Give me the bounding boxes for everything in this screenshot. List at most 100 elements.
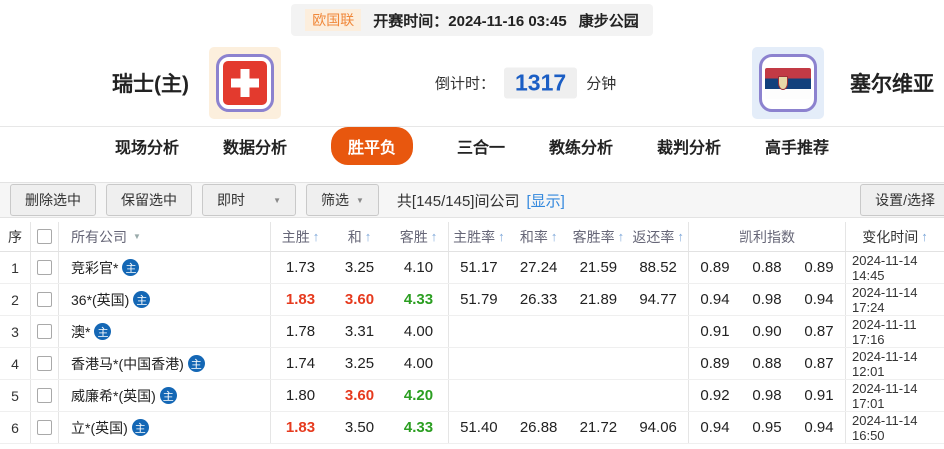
sort-up-icon: ↑	[677, 229, 684, 244]
rate-value: 51.40	[460, 419, 498, 436]
away-team: 塞尔维亚	[752, 47, 934, 119]
sort-up-icon: ↑	[430, 229, 438, 244]
sort-draw-rate[interactable]: 和率 ↑	[509, 227, 569, 247]
kelly-header: 凯利指数	[688, 222, 845, 251]
rate-value: 26.33	[519, 291, 558, 308]
match-info-bar: 欧国联 开赛时间：2024-11-16 03:45 康步公园	[0, 0, 944, 40]
tab-3[interactable]: 胜平负	[330, 127, 413, 165]
odds-value: 4.10	[403, 259, 434, 276]
row-checkbox[interactable]	[37, 292, 52, 307]
row-checkbox[interactable]	[37, 324, 52, 339]
kelly-value: 0.87	[804, 355, 834, 372]
sort-home-odds[interactable]: 主胜 ↑	[271, 227, 330, 247]
odds-cells: 1.74 3.25 4.00	[270, 348, 448, 379]
kelly-cells: 0.94 0.95 0.94	[688, 412, 845, 443]
sort-up-icon: ↑	[312, 229, 320, 244]
odds-value: 4.33	[403, 291, 434, 308]
away-flag-icon	[752, 47, 824, 119]
swiss-flag-icon	[216, 54, 274, 112]
odds-value: 3.60	[344, 387, 375, 404]
odds-value: 3.25	[344, 259, 375, 276]
company-count: 共[145/145]间公司	[396, 192, 520, 210]
match-odds-page: 欧国联 开赛时间：2024-11-16 03:45 康步公园 瑞士(主) 倒计时…	[0, 0, 944, 449]
row-seq: 2	[11, 291, 19, 308]
row-check-cell	[30, 316, 58, 347]
company-cell[interactable]: 36*(英国) 主	[58, 284, 270, 315]
sort-up-icon: ↑	[364, 229, 372, 244]
countdown: 倒计时： 1317 分钟	[435, 67, 616, 99]
odds-cells: 1.80 3.60 4.20	[270, 380, 448, 411]
tab-1[interactable]: 现场分析	[115, 134, 179, 158]
sort-home-rate[interactable]: 主胜率 ↑	[449, 227, 509, 247]
delete-selected-button[interactable]: 删除选中	[10, 184, 96, 216]
odds-value: 4.33	[403, 419, 434, 436]
row-checkbox[interactable]	[37, 356, 52, 371]
kelly-value: 0.89	[700, 259, 730, 276]
home-team-name: 瑞士(主)	[112, 73, 189, 96]
odds-row[interactable]: 6 立*(英国) 主 1.83 3.50 4.33 51.40 26.88 21.72 94.06…	[0, 412, 944, 444]
odds-value: 1.74	[285, 355, 316, 372]
sort-away-rate[interactable]: 客胜率 ↑	[569, 227, 629, 247]
kelly-value: 0.95	[752, 419, 782, 436]
odds-value: 3.50	[344, 419, 375, 436]
tab-6[interactable]: 裁判分析	[657, 134, 721, 158]
sort-up-icon: ↑	[498, 229, 505, 244]
rate-value: 94.06	[639, 419, 677, 436]
home-badge-icon: 主	[122, 259, 140, 276]
company-cell[interactable]: 威廉希*(英国) 主	[58, 380, 270, 411]
odds-row[interactable]: 4 香港马*(中国香港) 主 1.74 3.25 4.00 0.89 0.88 0.87 2024…	[0, 348, 944, 380]
company-cell[interactable]: 香港马*(中国香港) 主	[58, 348, 270, 379]
odds-row[interactable]: 1 竞彩官* 主 1.73 3.25 4.10 51.17 27.24 21.59 88.52 0.…	[0, 252, 944, 284]
rate-value: 26.88	[519, 419, 558, 436]
sort-change-time[interactable]: 变化时间 ↑	[845, 222, 944, 251]
change-time: 2024-11-14 12:01	[845, 348, 944, 379]
sort-away-odds[interactable]: 客胜 ↑	[389, 227, 448, 247]
kelly-value: 0.89	[804, 259, 834, 276]
kelly-value: 0.88	[752, 259, 782, 276]
filter-dropdown[interactable]: 筛选 ▼	[306, 184, 379, 216]
row-checkbox[interactable]	[37, 388, 52, 403]
rates-header-group: 主胜率 ↑ 和率 ↑ 客胜率 ↑ 返还率 ↑	[448, 222, 688, 251]
company-count-text: 共[145/145]间公司 [显示]	[397, 190, 565, 211]
tab-5[interactable]: 教练分析	[549, 134, 613, 158]
kelly-cells: 0.94 0.98 0.94	[688, 284, 845, 315]
tab-2[interactable]: 数据分析	[223, 134, 287, 158]
seq-header: 序	[8, 228, 22, 245]
rate-value: 21.72	[579, 419, 618, 436]
tab-4[interactable]: 三合一	[457, 134, 505, 158]
company-cell[interactable]: 立*(英国) 主	[58, 412, 270, 443]
chevron-down-icon: ▼	[133, 232, 141, 241]
tab-7[interactable]: 高手推荐	[765, 134, 829, 158]
row-check-cell	[30, 380, 58, 411]
row-checkbox[interactable]	[37, 260, 52, 275]
odds-value: 3.31	[344, 323, 375, 340]
company-name: 澳*	[71, 323, 91, 340]
sort-return-rate[interactable]: 返还率 ↑	[628, 227, 688, 247]
kelly-value: 0.92	[700, 387, 730, 404]
sort-draw-odds[interactable]: 和 ↑	[330, 227, 389, 247]
sort-up-icon: ↑	[921, 229, 928, 244]
select-all-checkbox[interactable]	[37, 229, 52, 244]
row-check-cell	[30, 284, 58, 315]
table-body: 1 竞彩官* 主 1.73 3.25 4.10 51.17 27.24 21.59 88.52 0.…	[0, 252, 944, 444]
odds-row[interactable]: 2 36*(英国) 主 1.83 3.60 4.33 51.79 26.33 21.89 94.7…	[0, 284, 944, 316]
countdown-value: 1317	[504, 67, 578, 99]
team-row: 瑞士(主) 倒计时： 1317 分钟 塞尔维亚	[0, 40, 944, 126]
home-team: 瑞士(主)	[112, 47, 281, 119]
row-checkbox[interactable]	[37, 420, 52, 435]
keep-selected-button[interactable]: 保留选中	[106, 184, 192, 216]
live-dropdown[interactable]: 即时 ▼	[202, 184, 296, 216]
settings-button[interactable]: 设置/选择	[860, 184, 944, 216]
company-cell[interactable]: 澳* 主	[58, 316, 270, 347]
company-cell[interactable]: 竞彩官* 主	[58, 252, 270, 283]
company-header[interactable]: 所有公司 ▼	[58, 222, 270, 251]
odds-row[interactable]: 3 澳* 主 1.78 3.31 4.00 0.91 0.90 0.87 2024-11-11 1…	[0, 316, 944, 348]
kelly-value: 0.89	[700, 355, 730, 372]
show-link[interactable]: [显示]	[526, 193, 564, 210]
odds-value: 1.78	[285, 323, 316, 340]
rate-value: 21.89	[579, 291, 618, 308]
odds-row[interactable]: 5 威廉希*(英国) 主 1.80 3.60 4.20 0.92 0.98 0.91 2024-1…	[0, 380, 944, 412]
league-badge[interactable]: 欧国联	[305, 9, 362, 31]
odds-value: 3.25	[344, 355, 375, 372]
odds-cells: 1.78 3.31 4.00	[270, 316, 448, 347]
